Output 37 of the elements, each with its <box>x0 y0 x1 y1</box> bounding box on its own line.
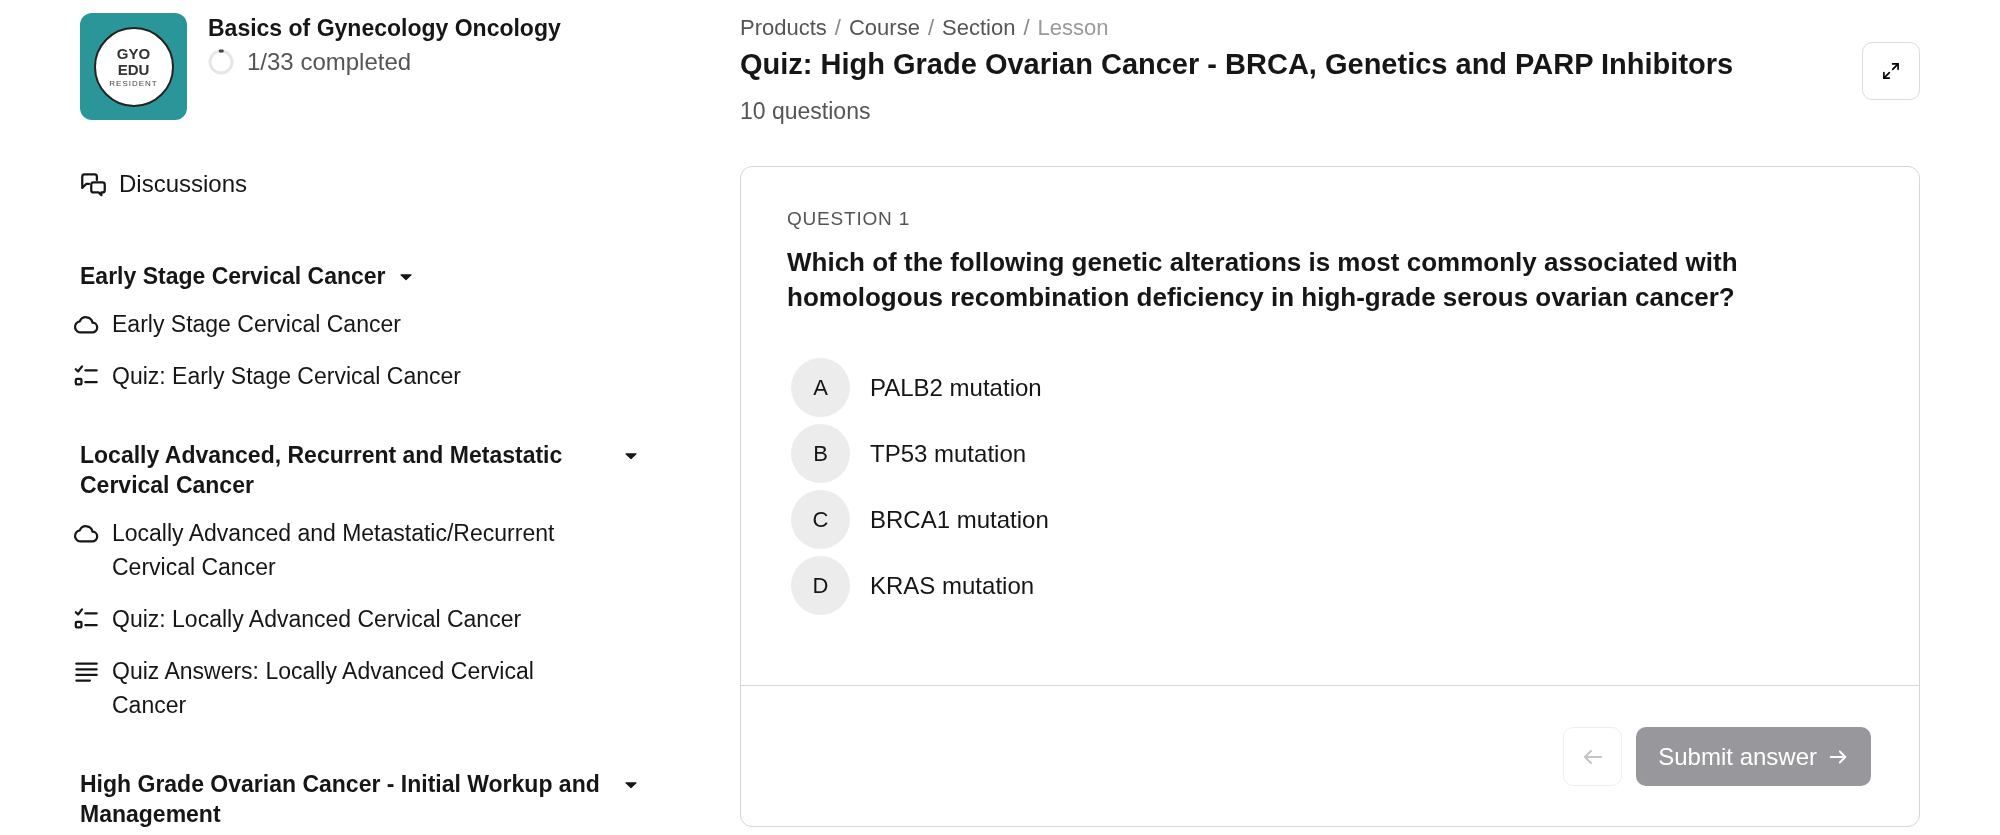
breadcrumb-link[interactable]: Course <box>848 14 920 42</box>
logo-text: RESIDENT <box>109 79 158 88</box>
answer-option[interactable]: C BRCA1 mutation <box>791 490 1049 549</box>
question-text: Which of the following genetic alterations is most commonly associated with homologous recombination deficiency in high-grade serous ovarian cancer? <box>787 246 1739 314</box>
discussions-link[interactable]: Discussions <box>72 157 248 211</box>
option-letter: D <box>791 556 850 615</box>
section-toggle[interactable]: High Grade Ovarian Cancer - Initial Workup and Management <box>72 769 637 829</box>
section-toggle[interactable]: Early Stage Cervical Cancer <box>72 261 412 291</box>
answer-option[interactable]: D KRAS mutation <box>791 556 1035 615</box>
breadcrumb-separator: / <box>834 14 841 42</box>
progress-ring-icon <box>208 49 234 75</box>
question-number: QUESTION 1 <box>787 207 912 231</box>
section-toggle[interactable]: Locally Advanced, Recurrent and Metastatic Cervical Cancer <box>72 440 637 500</box>
expand-button[interactable] <box>1862 42 1920 100</box>
breadcrumb-separator: / <box>1023 14 1030 42</box>
sidebar-item[interactable]: Locally Advanced and Metastatic/Recurrent Cervical Cancer <box>73 507 640 593</box>
breadcrumb-separator: / <box>927 14 934 42</box>
breadcrumb-current: Lesson <box>1037 14 1109 42</box>
question-count: 10 questions <box>740 97 872 126</box>
option-letter: B <box>791 424 850 483</box>
breadcrumb-link[interactable]: Products <box>740 14 827 42</box>
sidebar-item[interactable]: Quiz Answers: Locally Advanced Cervical Cancer <box>73 645 640 731</box>
answer-option[interactable]: A PALB2 mutation <box>791 358 1042 417</box>
answer-option[interactable]: B TP53 mutation <box>791 424 1027 483</box>
quiz-title: Quiz: High Grade Ovarian Cancer - BRCA, Genetics and PARP Inhibitors <box>740 47 1735 82</box>
sidebar-item[interactable]: Quiz: Locally Advanced Cervical Cancer <box>73 593 640 645</box>
sidebar-item[interactable]: Quiz: Early Stage Cervical Cancer <box>73 350 640 402</box>
expand-icon <box>1881 61 1901 81</box>
logo-text: EDU <box>117 61 150 78</box>
option-letter: C <box>791 490 850 549</box>
logo-text: GYO <box>116 45 151 62</box>
progress-label: 1/33 completed <box>247 47 412 77</box>
option-letter: A <box>791 358 850 417</box>
chat-bubbles-icon <box>80 170 107 198</box>
breadcrumb-link[interactable]: Section <box>942 14 1016 42</box>
sidebar-item[interactable]: Early Stage Cervical Cancer <box>73 298 640 350</box>
course-title: Basics of Gynecology Oncology <box>208 14 561 42</box>
